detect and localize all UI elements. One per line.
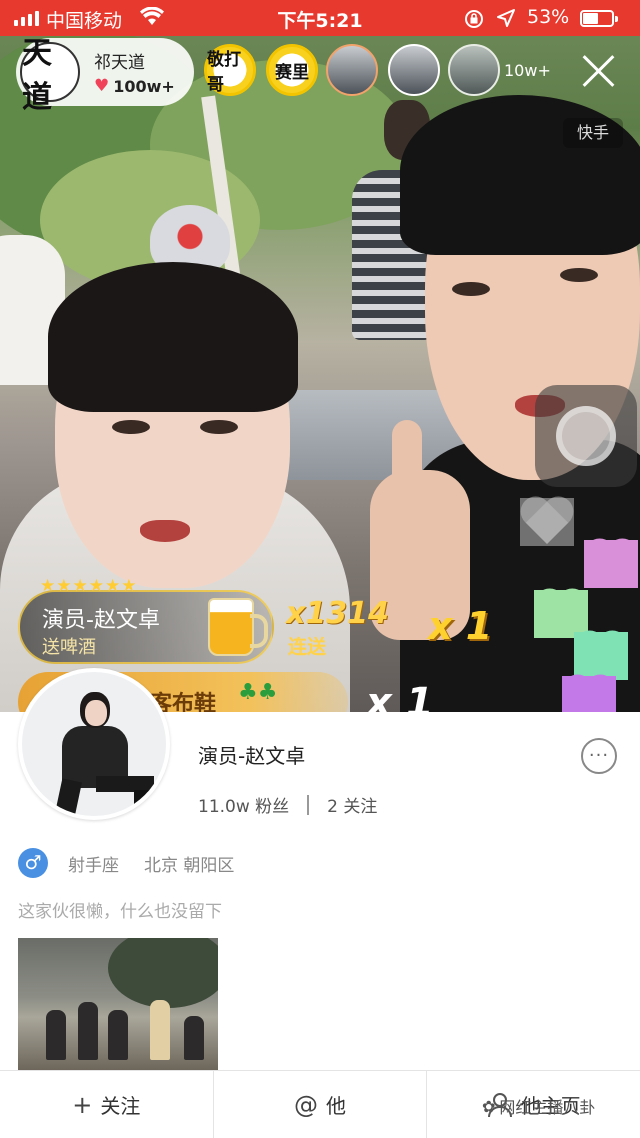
orientation-lock-icon (465, 10, 483, 28)
assistive-touch-button[interactable] (535, 385, 637, 487)
viewer-avatar[interactable]: 敬打哥 (204, 44, 256, 96)
host-name: 祁天道 (94, 53, 145, 73)
male-icon: ♂ (18, 848, 48, 878)
balloon-icon: ♣♣ (238, 680, 278, 705)
overlay-watermark: ✿ 网红主播八卦 (482, 1094, 595, 1118)
eye (112, 420, 150, 434)
gift-action: 送啤酒 (42, 637, 96, 658)
follow-button[interactable]: + 关注 (0, 1071, 214, 1138)
profile-avatar[interactable] (18, 668, 170, 820)
at-icon: @ (294, 1090, 318, 1119)
mention-button[interactable]: @ 他 (214, 1071, 428, 1138)
host-info-pill[interactable]: 天道 祁天道 ♥ 100w+ (16, 36, 194, 115)
stat-divider (307, 794, 310, 815)
platform-watermark: 快手 (563, 118, 623, 148)
eye (560, 268, 598, 282)
zodiac-sign: 射手座 (68, 856, 119, 876)
followers-count[interactable]: 11.0w 粉丝 (198, 792, 289, 817)
eye (200, 420, 238, 434)
overlay-watermark-text: 网红主播八卦 (499, 1098, 596, 1117)
battery-percent: 53% (527, 6, 570, 28)
location: 北京 朝阳区 (144, 856, 235, 876)
gift-combo-extra: x 1 (428, 604, 493, 648)
mention-label: 他 (326, 1094, 346, 1118)
wechat-icon: ✿ (482, 1096, 496, 1116)
floating-heart (562, 676, 616, 712)
status-bar: 中国移动 下午5:21 53% (0, 0, 640, 36)
follow-label: 关注 (100, 1094, 141, 1118)
gift-sender-name: 演员-赵文卓 (42, 608, 160, 633)
battery-icon (580, 10, 618, 27)
likes-count: 100w+ (113, 76, 175, 96)
viewer-avatar[interactable] (388, 44, 440, 96)
floating-heart (534, 590, 588, 638)
profile-bio: 这家伙很懒，什么也没留下 (18, 902, 222, 922)
beer-mug-icon (208, 598, 268, 656)
viewer-count[interactable]: 10w+ (504, 61, 551, 80)
location-arrow-icon (497, 9, 515, 27)
close-icon[interactable] (580, 52, 618, 90)
floating-heart (584, 540, 638, 588)
plus-icon: + (72, 1090, 93, 1119)
eye (452, 282, 490, 296)
ellipsis-icon[interactable]: ··· (581, 738, 617, 774)
floating-heart (520, 498, 574, 546)
host-avatar[interactable]: 天道 (20, 36, 80, 115)
streamer-left-hair (48, 262, 298, 412)
gift-combo-count: x1314 (286, 596, 389, 631)
viewer-avatar[interactable] (326, 44, 378, 96)
gift-level-stars: ★★★★★★ (40, 576, 138, 596)
viewer-avatar[interactable] (448, 44, 500, 96)
gift-combo-label: 连送 (288, 636, 327, 658)
following-count[interactable]: 2 关注 (327, 792, 377, 817)
profile-stats: 11.0w 粉丝 2 关注 (198, 792, 377, 817)
host-likes: ♥ 100w+ (94, 76, 175, 96)
floating-heart (574, 632, 628, 680)
viewer-avatar[interactable]: 赛里 (266, 44, 318, 96)
video-thumbnail[interactable] (18, 938, 218, 1070)
heart-icon: ♥ (94, 76, 110, 96)
profile-name: 演员-赵文卓 (198, 744, 306, 768)
mouth (140, 520, 190, 542)
